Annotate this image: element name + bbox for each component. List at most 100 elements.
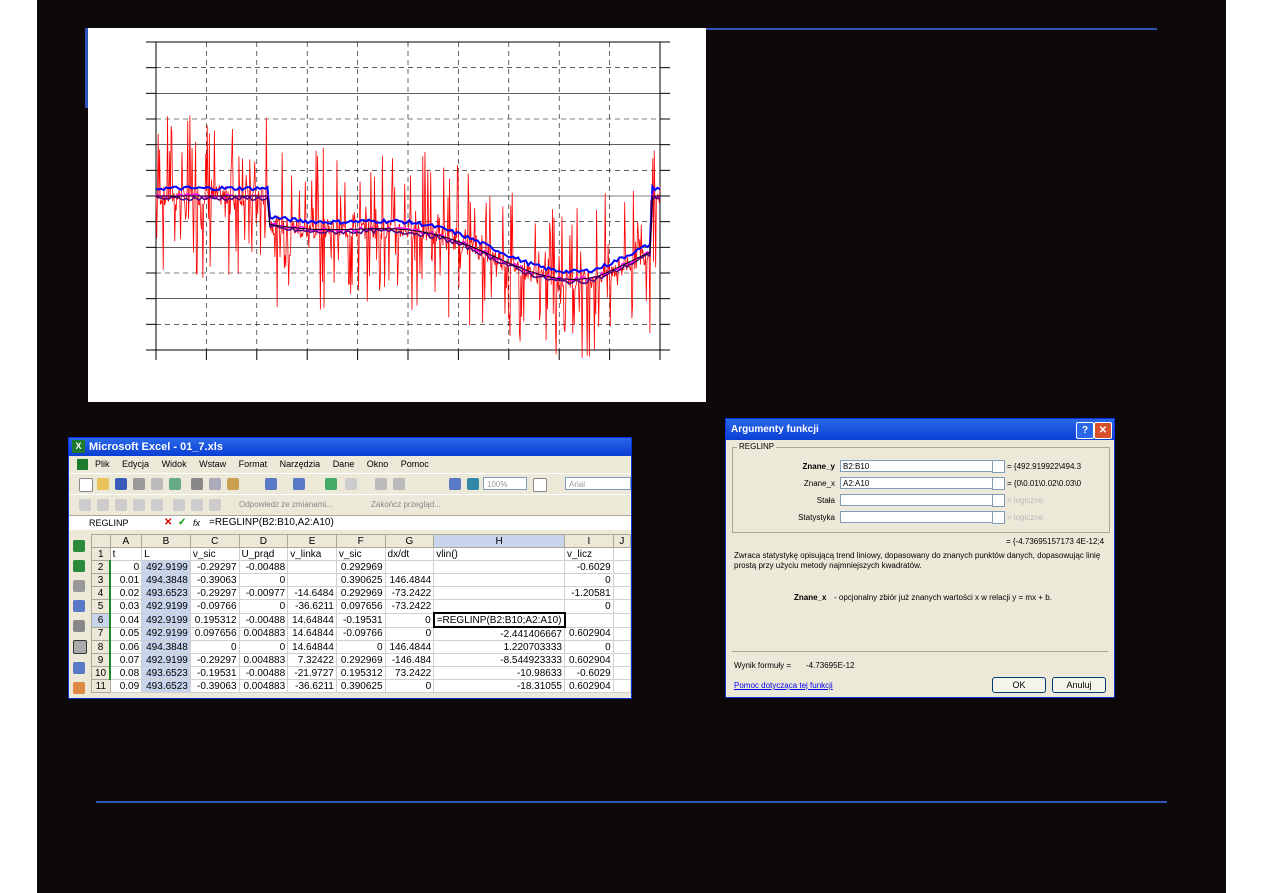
cell-d7[interactable]: 0.004883 (238, 626, 289, 641)
cell-f2[interactable]: 0.292969 (335, 560, 386, 574)
cell-a1[interactable]: t (109, 547, 143, 561)
cell-j1[interactable] (612, 547, 631, 561)
cell-b6[interactable]: 492.9199 (141, 612, 191, 628)
cell-j3[interactable] (612, 573, 631, 587)
cell-c8[interactable]: 0 (189, 640, 240, 654)
cell-h7[interactable]: -2.441406667 (433, 626, 565, 641)
cell-d4[interactable]: -0.00977 (238, 586, 289, 600)
fx-icon[interactable]: fx (193, 516, 200, 530)
cell-b10[interactable]: 493.6523 (141, 666, 191, 680)
cell-c5[interactable]: -0.09766 (189, 599, 240, 614)
cell-g2[interactable] (384, 560, 435, 574)
cell-e11[interactable]: -36.6211 (287, 679, 337, 693)
cell-b2[interactable]: 492.9199 (141, 560, 191, 574)
menu-okno[interactable]: Okno (367, 459, 389, 469)
cell-i6[interactable] (564, 612, 614, 628)
cell-b3[interactable]: 494.3848 (141, 573, 191, 587)
cell-d5[interactable]: 0 (238, 599, 289, 614)
paste-icon[interactable] (227, 478, 239, 490)
cell-f5[interactable]: 0.097656 (335, 599, 386, 614)
cell-b1[interactable]: L (141, 547, 191, 561)
known-y-input[interactable]: B2:B10 (840, 460, 996, 472)
sort-desc-icon[interactable] (393, 478, 405, 490)
menu-edycja[interactable]: Edycja (122, 459, 149, 469)
cell-e3[interactable] (287, 573, 337, 587)
cell-c2[interactable]: -0.29297 (189, 560, 240, 574)
column-header-d[interactable]: D (238, 534, 289, 548)
cell-h4[interactable] (433, 586, 565, 600)
row-header[interactable]: 6 (91, 612, 111, 628)
cell-f6[interactable]: -0.19531 (335, 612, 386, 628)
column-header-a[interactable]: A (109, 534, 143, 548)
cell-g3[interactable]: 146.4844 (384, 573, 435, 587)
cut-icon[interactable] (191, 478, 203, 490)
review-icon-8[interactable] (209, 499, 221, 511)
cell-b9[interactable]: 492.9199 (141, 653, 191, 667)
drawing-icon[interactable] (467, 478, 479, 490)
cell-h11[interactable]: -18.31055 (433, 679, 565, 693)
column-header-c[interactable]: C (189, 534, 240, 548)
review-icon-1[interactable] (79, 499, 91, 511)
cell-c1[interactable]: v_sic (189, 547, 240, 561)
cell-e5[interactable]: -36.6211 (287, 599, 337, 614)
cell-c3[interactable]: -0.39063 (189, 573, 240, 587)
cell-g5[interactable]: -73.2422 (384, 599, 435, 614)
cell-f7[interactable]: -0.09766 (335, 626, 386, 641)
cell-d3[interactable]: 0 (238, 573, 289, 587)
cancel-formula-icon[interactable]: ✕ (164, 516, 172, 530)
collapse-icon[interactable] (992, 460, 1005, 473)
sort-asc-icon[interactable] (375, 478, 387, 490)
cell-d11[interactable]: 0.004883 (238, 679, 289, 693)
cell-h2[interactable] (433, 560, 565, 574)
menu-pomoc[interactable]: Pomoc (401, 459, 429, 469)
cell-a10[interactable]: 0.08 (109, 666, 143, 680)
cell-f11[interactable]: 0.390625 (335, 679, 386, 693)
link-icon[interactable] (325, 478, 337, 490)
cell-j4[interactable] (612, 586, 631, 600)
collapse-icon[interactable] (992, 511, 1005, 524)
cell-c6[interactable]: 0.195312 (189, 612, 240, 628)
cell-i4[interactable]: -1.20581 (564, 586, 614, 600)
preview-icon[interactable] (151, 478, 163, 490)
ok-button[interactable]: OK (992, 677, 1046, 693)
cell-i2[interactable]: -0.6029 (564, 560, 614, 574)
help-icon[interactable] (533, 478, 547, 492)
spell-icon[interactable] (169, 478, 181, 490)
review-icon-7[interactable] (191, 499, 203, 511)
cell-i3[interactable]: 0 (564, 573, 614, 587)
cell-f3[interactable]: 0.390625 (335, 573, 386, 587)
cell-i8[interactable]: 0 (564, 640, 614, 654)
cell-d8[interactable]: 0 (238, 640, 289, 654)
help-icon[interactable]: ? (1076, 422, 1094, 439)
cell-h8[interactable]: 1.220703333 (433, 640, 565, 654)
close-icon[interactable]: ✕ (1094, 422, 1112, 439)
column-header-i[interactable]: I (564, 534, 614, 548)
cell-g4[interactable]: -73.2422 (384, 586, 435, 600)
cell-e10[interactable]: -21.9727 (287, 666, 337, 680)
known-x-input[interactable]: A2:A10 (840, 477, 996, 489)
cell-c9[interactable]: -0.29297 (189, 653, 240, 667)
reply-with-changes[interactable]: Odpowiedz ze zmianami... (239, 500, 333, 509)
cell-b11[interactable]: 493.6523 (141, 679, 191, 693)
cell-c4[interactable]: -0.29297 (189, 586, 240, 600)
cell-e8[interactable]: 14.64844 (287, 640, 337, 654)
side-icon-8[interactable] (73, 682, 85, 694)
cell-h6[interactable]: =REGLINP(B2:B10;A2:A10) (432, 612, 566, 628)
menu-format[interactable]: Format (239, 459, 268, 469)
cell-e4[interactable]: -14.6484 (287, 586, 337, 600)
menu-dane[interactable]: Dane (333, 459, 355, 469)
cell-h1[interactable]: vlin() (433, 547, 565, 561)
cell-a9[interactable]: 0.07 (109, 653, 143, 667)
cell-g6[interactable]: 0 (384, 612, 435, 628)
collapse-icon[interactable] (992, 477, 1005, 490)
cell-g8[interactable]: 146.4844 (384, 640, 435, 654)
cell-i1[interactable]: v_licz (564, 547, 614, 561)
print-icon[interactable] (133, 478, 145, 490)
open-icon[interactable] (97, 478, 109, 490)
select-all-corner[interactable] (91, 534, 111, 548)
side-icon-6[interactable] (73, 640, 87, 654)
review-icon-5[interactable] (151, 499, 163, 511)
menu-plik[interactable]: Plik (95, 459, 110, 469)
excel-title-bar[interactable]: X Microsoft Excel - 01_7.xls (69, 438, 631, 456)
cell-b5[interactable]: 492.9199 (141, 599, 191, 614)
